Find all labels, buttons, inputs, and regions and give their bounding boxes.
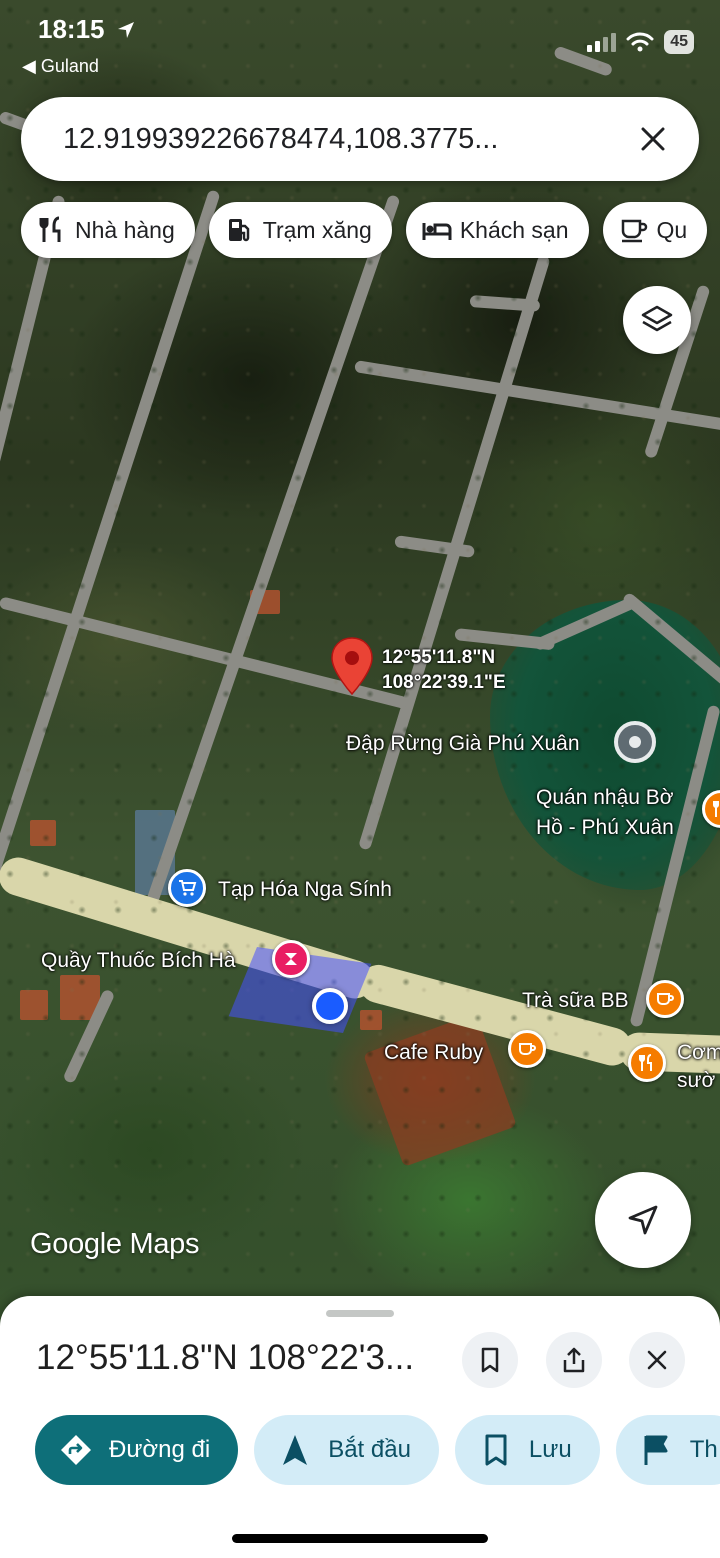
chip-hotels[interactable]: Khách sạn — [405, 202, 589, 258]
shopping-cart-icon[interactable] — [168, 869, 206, 907]
clock-text: 18:15 — [38, 14, 105, 44]
navigation-arrow-icon — [283, 1435, 308, 1465]
share-icon — [563, 1347, 585, 1373]
place-label-milk-tea[interactable]: Trà sữa BB — [522, 986, 629, 1015]
save-button[interactable]: Lưu — [454, 1415, 600, 1485]
cafe-pin-icon[interactable] — [646, 980, 684, 1018]
drag-handle[interactable] — [326, 1310, 394, 1317]
search-input[interactable]: 12.91993922667847­4,108.3775... — [63, 123, 563, 156]
search-box[interactable]: 12.91993922667847­4,108.3775... — [21, 97, 699, 181]
status-time: 18:15 — [38, 14, 136, 45]
restaurant-com-pin-icon[interactable] — [628, 1044, 666, 1082]
navigation-arrow-icon — [628, 1205, 658, 1235]
close-icon[interactable] — [633, 119, 673, 159]
flag-label: Th — [689, 1436, 718, 1463]
battery-level: 45 — [664, 30, 694, 54]
place-label-com-line2[interactable]: sườ — [677, 1066, 715, 1095]
flag-icon — [644, 1435, 668, 1465]
directions-icon — [61, 1435, 91, 1465]
directions-button[interactable]: Đường đi — [35, 1415, 239, 1485]
layers-button[interactable] — [623, 286, 691, 354]
place-title: 12°55'11.8"N 108°22'3... — [36, 1338, 415, 1377]
wifi-icon — [626, 32, 654, 52]
back-to-app-link[interactable]: ◀ Guland — [22, 56, 99, 77]
chip-gas-stations[interactable]: Trạm xăng — [208, 202, 392, 258]
directions-label: Đường đi — [109, 1436, 211, 1463]
dropped-pin-icon[interactable] — [330, 636, 374, 696]
bookmark-icon — [481, 1347, 499, 1373]
start-navigation-button[interactable]: Bắt đầu — [254, 1415, 439, 1485]
gas-station-icon — [228, 219, 249, 242]
place-label-cafe-ruby[interactable]: Cafe Ruby — [384, 1038, 483, 1067]
pin-longitude: 108°22'39.1"E — [382, 672, 506, 693]
google-maps-logo: Google Maps — [30, 1228, 200, 1260]
place-bottom-sheet[interactable]: 12°55'11.8"N 108°22'3... Đường đi Bắt đầ… — [0, 1296, 720, 1558]
hotel-icon — [422, 223, 452, 240]
place-label-grocery[interactable]: Tạp Hóa Nga Sính — [218, 875, 392, 904]
coffee-icon — [621, 219, 647, 243]
dropped-pin-coordinates: 12°55'11.8"N 108°22'39.1"E — [382, 645, 506, 695]
place-label-dam[interactable]: Đập Rừng Già Phú Xuân — [346, 729, 580, 758]
place-label-pharmacy[interactable]: Quầy Thuốc Bích Hà — [41, 946, 236, 975]
place-label-quan-nhau-line2[interactable]: Hồ - Phú Xuân — [536, 813, 674, 842]
landmark-pin-icon[interactable] — [614, 721, 656, 763]
red-soil-field — [363, 1013, 517, 1167]
share-button[interactable] — [546, 1332, 602, 1388]
home-indicator[interactable] — [232, 1534, 488, 1543]
close-sheet-button[interactable] — [629, 1332, 685, 1388]
chip-restaurants[interactable]: Nhà hàng — [21, 202, 195, 258]
pin-latitude: 12°55'11.8"N — [382, 647, 496, 668]
cellular-signal-icon — [587, 33, 617, 52]
action-buttons: Đường đi Bắt đầu Lưu Th — [35, 1415, 720, 1485]
location-arrow-icon — [117, 22, 134, 38]
label-flag-button[interactable]: Th — [615, 1415, 720, 1485]
status-indicators: 45 — [586, 30, 694, 54]
my-location-button[interactable] — [595, 1172, 691, 1268]
start-label: Bắt đầu — [328, 1436, 411, 1463]
cafe-ruby-pin-icon[interactable] — [508, 1030, 546, 1068]
layers-icon — [641, 305, 673, 332]
my-location-dot — [312, 988, 348, 1024]
chip-coffee[interactable]: Qu — [602, 202, 708, 258]
place-label-com-line1[interactable]: Cơm — [677, 1038, 720, 1067]
category-chips: Nhà hàng Trạm xăng Khách sạn Qu — [21, 202, 708, 258]
place-label-quan-nhau-line1[interactable]: Quán nhậu Bờ — [536, 783, 674, 812]
pharmacy-icon[interactable] — [272, 940, 310, 978]
restaurant-icon — [39, 216, 61, 242]
chip-label: Khách sạn — [459, 216, 569, 243]
save-label: Lưu — [528, 1436, 572, 1463]
save-bookmark-button[interactable] — [462, 1332, 518, 1388]
chip-label: Trạm xăng — [262, 216, 372, 243]
chip-label: Qu — [656, 216, 688, 243]
bookmark-icon — [485, 1434, 507, 1466]
chip-label: Nhà hàng — [75, 216, 175, 243]
close-icon — [647, 1350, 667, 1370]
